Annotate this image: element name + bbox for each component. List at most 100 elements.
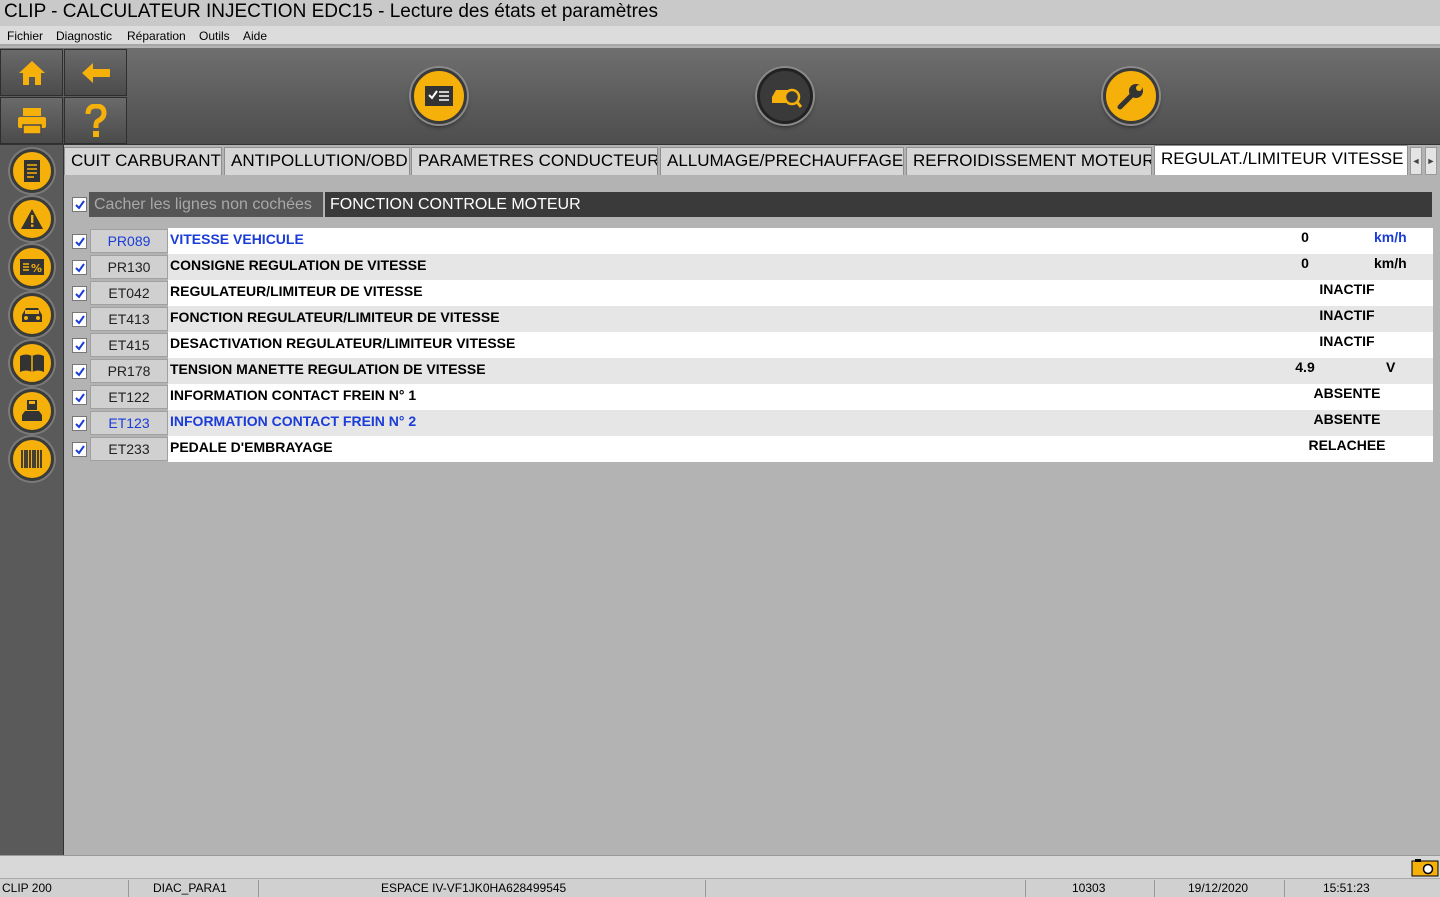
sidebar-warning-button[interactable]: [10, 197, 54, 241]
tab-regulat-limiteur-vitesse[interactable]: REGULAT./LIMITEUR VITESSE: [1154, 145, 1408, 175]
row-value: 4.9: [1295, 359, 1315, 375]
row-code[interactable]: ET413: [90, 307, 168, 331]
camera-button[interactable]: [1411, 858, 1439, 877]
status-diag: DIAC_PARA1: [153, 881, 227, 895]
table-row: ET415 DESACTIVATION REGULATEUR/LIMITEUR V…: [64, 332, 1434, 358]
print-icon: [17, 107, 46, 135]
status-toolbar: [0, 855, 1440, 878]
table-row: ET042 REGULATEUR/LIMITEUR DE VITESSE INACT…: [64, 280, 1434, 306]
menu-reparation[interactable]: Réparation: [127, 29, 186, 43]
checklist-icon: [425, 86, 453, 106]
row-code[interactable]: PR130: [90, 255, 168, 279]
status-vehicle: ESPACE IV-VF1JK0HA628499545: [381, 881, 567, 895]
car-icon: [22, 308, 42, 322]
sidebar-parameters-button[interactable]: %: [10, 245, 54, 289]
tab-allumage-prechauffage[interactable]: ALLUMAGE/PRECHAUFFAGE: [660, 147, 904, 175]
home-icon: [18, 60, 45, 85]
sidebar-save-button[interactable]: [10, 389, 54, 433]
menu-aide[interactable]: Aide: [243, 29, 267, 43]
tab-refroidissement-moteur[interactable]: REFROIDISSEMENT MOTEUR: [906, 147, 1152, 175]
status-date: 19/12/2020: [1188, 881, 1249, 895]
menu-outils[interactable]: Outils: [199, 29, 230, 43]
row-code[interactable]: ET122: [90, 385, 168, 409]
row-value: 0: [1301, 229, 1309, 245]
status-time: 15:51:23: [1323, 881, 1370, 895]
tab-circuit-carburant[interactable]: CUIT CARBURANT: [64, 147, 222, 175]
table-row: PR178 TENSION MANETTE REGULATION DE VITES…: [64, 358, 1434, 384]
row-checkbox[interactable]: [72, 416, 87, 431]
row-value: INACTIF: [1319, 307, 1375, 323]
wrench-icon: [1117, 84, 1143, 110]
row-code[interactable]: ET415: [90, 333, 168, 357]
checklist-button[interactable]: [411, 68, 467, 124]
repair-button[interactable]: [1103, 68, 1159, 124]
help-icon: [85, 103, 107, 137]
hide-unchecked-checkbox[interactable]: [72, 197, 87, 212]
row-name: REGULATEUR/LIMITEUR DE VITESSE: [170, 283, 423, 299]
parameters-panel: Cacher les lignes non cochées FONCTION C…: [64, 175, 1440, 855]
print-button[interactable]: [0, 97, 63, 144]
save-car-icon: [22, 400, 42, 421]
row-value: RELACHEE: [1308, 437, 1386, 453]
table-row: ET122 INFORMATION CONTACT FREIN N° 1 ABSEN…: [64, 384, 1434, 410]
row-name: DESACTIVATION REGULATEUR/LIMITEUR VITESS…: [170, 335, 516, 351]
section-title: FONCTION CONTROLE MOTEUR: [325, 192, 1432, 217]
menu-bar: Fichier Diagnostic Réparation Outils Aid…: [0, 26, 1440, 46]
status-code: 10303: [1072, 881, 1106, 895]
table-row: ET413 FONCTION REGULATEUR/LIMITEUR DE VIT…: [64, 306, 1434, 332]
row-checkbox[interactable]: [72, 442, 87, 457]
hide-unchecked-button[interactable]: Cacher les lignes non cochées: [89, 192, 323, 217]
table-row: ET233 PEDALE D'EMBRAYAGE RELACHEE: [64, 436, 1434, 462]
row-code[interactable]: ET123: [90, 411, 168, 435]
svg-text:%: %: [31, 262, 42, 275]
back-button[interactable]: [64, 49, 127, 96]
book-icon: [20, 354, 44, 372]
row-value: INACTIF: [1319, 281, 1375, 297]
row-unit: km/h: [1374, 255, 1407, 271]
row-value: INACTIF: [1319, 333, 1375, 349]
row-checkbox[interactable]: [72, 338, 87, 353]
row-checkbox[interactable]: [72, 286, 87, 301]
parameters-percent-icon: %: [20, 259, 44, 275]
sidebar-barcode-button[interactable]: [10, 437, 54, 481]
row-name: INFORMATION CONTACT FREIN N° 2: [170, 413, 417, 429]
status-product: CLIP 200: [2, 881, 52, 895]
diagnostic-car-button[interactable]: [757, 68, 813, 124]
title-bar: CLIP - CALCULATEUR INJECTION EDC15 - Lec…: [0, 0, 1440, 26]
row-checkbox[interactable]: [72, 364, 87, 379]
tab-bar: CUIT CARBURANT ANTIPOLLUTION/OBD PARAMET…: [64, 145, 1440, 175]
tab-parametres-conducteur[interactable]: PARAMETRES CONDUCTEUR: [411, 147, 658, 175]
row-value: ABSENTE: [1313, 411, 1381, 427]
sidebar-car-button[interactable]: [10, 293, 54, 337]
menu-diagnostic[interactable]: Diagnostic: [56, 29, 112, 43]
row-checkbox[interactable]: [72, 312, 87, 327]
row-checkbox[interactable]: [72, 390, 87, 405]
row-code[interactable]: PR178: [90, 359, 168, 383]
row-checkbox[interactable]: [72, 234, 87, 249]
document-icon: [24, 160, 40, 182]
menu-fichier[interactable]: Fichier: [7, 29, 43, 43]
row-name: CONSIGNE REGULATION DE VITESSE: [170, 257, 427, 273]
sidebar-book-button[interactable]: [10, 341, 54, 385]
window-title: CLIP - CALCULATEUR INJECTION EDC15 - Lec…: [4, 1, 658, 22]
camera-icon: [1411, 859, 1439, 877]
sidebar-document-button[interactable]: [10, 149, 54, 193]
row-value: 0: [1301, 255, 1309, 271]
tab-scroll-right-icon[interactable]: ►: [1425, 147, 1437, 175]
warning-icon: [21, 209, 43, 229]
row-checkbox[interactable]: [72, 260, 87, 275]
back-arrow-icon: [81, 62, 110, 83]
sidebar: %: [0, 145, 64, 855]
status-bar: CLIP 200 DIAC_PARA1 ESPACE IV-VF1JK0HA62…: [0, 878, 1440, 897]
home-button[interactable]: [0, 49, 63, 96]
tab-scroll-left-icon[interactable]: ◄: [1410, 147, 1422, 175]
tab-antipollution-obd[interactable]: ANTIPOLLUTION/OBD: [224, 147, 410, 175]
row-code[interactable]: PR089: [90, 229, 168, 253]
row-code[interactable]: ET042: [90, 281, 168, 305]
row-name: VITESSE VEHICULE: [170, 231, 304, 247]
row-name: INFORMATION CONTACT FREIN N° 1: [170, 387, 417, 403]
help-button[interactable]: [64, 97, 127, 144]
row-code[interactable]: ET233: [90, 437, 168, 461]
row-unit: km/h: [1374, 229, 1407, 245]
table-row: PR130 CONSIGNE REGULATION DE VITESSE 0 km/h: [64, 254, 1434, 280]
